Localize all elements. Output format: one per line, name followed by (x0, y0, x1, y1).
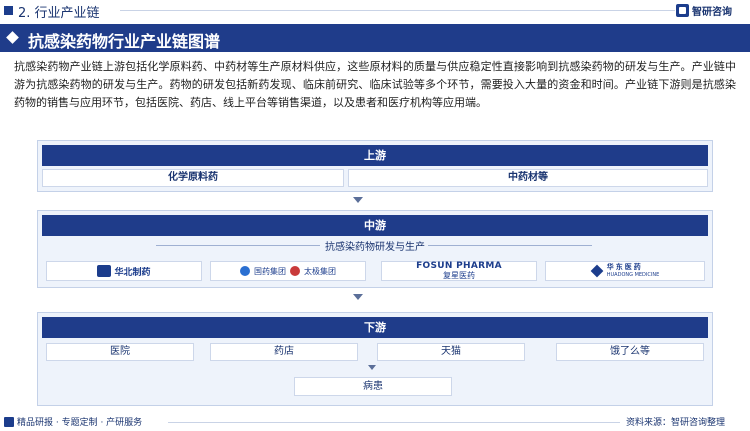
upstream-item-herbs: 中药材等 (348, 169, 708, 187)
huabei-name: 华北制药 (114, 267, 151, 278)
sublabel-line-right (428, 245, 592, 246)
downstream-header: 下游 (42, 317, 708, 338)
downstream-end-patients: 病患 (294, 377, 452, 396)
huadong-name-en: HUADONG MEDICINE (606, 272, 660, 278)
page-title: 抗感染药物行业产业链图谱 (28, 32, 221, 51)
downstream-item-tmall: 天猫 (377, 343, 525, 361)
brand-logo: 智研咨询 (676, 3, 732, 18)
fosun-logo: FOSUN PHARMA 复星医药 (416, 261, 502, 281)
midstream-sublabel-row: 抗感染药物研发与生产 (38, 238, 712, 253)
midstream-panel: 中游 抗感染药物研发与生产 华北制药 国药集团 太极集团 FOSUN PHARM… (37, 210, 713, 288)
upstream-panel: 上游 化学原料药 中药材等 (37, 140, 713, 192)
huadong-logo-icon (590, 264, 604, 278)
huadong-logo: 华东医药 HUADONG MEDICINE (590, 263, 660, 279)
arrow-down-icon (368, 365, 376, 370)
arrow-down-icon (353, 197, 363, 203)
brand-logo-icon (676, 4, 689, 17)
fosun-name-cn: 复星医药 (443, 271, 475, 280)
sinopharm-name: 国药集团 (254, 266, 286, 276)
midstream-sublabel: 抗感染药物研发与生产 (325, 242, 425, 253)
midstream-header: 中游 (42, 215, 708, 236)
upstream-item-chemical-api: 化学原料药 (42, 169, 344, 187)
downstream-item-eleme: 饿了么等 (556, 343, 704, 361)
footer-tagline: 精品研报 · 专题定制 · 产研服务 (17, 418, 143, 428)
intro-paragraph: 抗感染药物产业链上游包括化学原料药、中药材等生产原材料供应，这些原材料的质量与供… (14, 60, 736, 109)
footer-left: 精品研报 · 专题定制 · 产研服务 (4, 415, 142, 428)
downstream-item-pharmacy: 药店 (210, 343, 358, 361)
section-title: 2. 行业产业链 (18, 6, 100, 21)
huadong-name-cn: 华东医药 (606, 263, 643, 271)
footer-logo-icon (4, 416, 14, 427)
sinopharm-logo: 国药集团 太极集团 (240, 266, 336, 277)
taiji-name: 太极集团 (304, 266, 336, 276)
downstream-panel: 下游 医院 药店 天猫 饿了么等 病患 (37, 312, 713, 406)
taiji-logo-icon (290, 266, 300, 276)
company-fosun: FOSUN PHARMA 复星医药 (381, 261, 537, 281)
diamond-icon (6, 31, 19, 44)
fosun-name-en: FOSUN PHARMA (416, 261, 502, 271)
arrow-down-icon (353, 294, 363, 300)
footer-divider (168, 422, 620, 423)
huabei-logo-icon (97, 265, 112, 277)
section-square-icon (4, 6, 13, 15)
sinopharm-logo-icon (240, 266, 250, 276)
downstream-item-hospital: 医院 (46, 343, 194, 361)
brand-logo-text: 智研咨询 (692, 7, 732, 18)
title-banner: 抗感染药物行业产业链图谱 (0, 24, 750, 52)
footer: 精品研报 · 专题定制 · 产研服务 资料来源：智研咨询整理 (0, 413, 750, 431)
huabei-logo: 华北制药 (97, 265, 151, 278)
company-huadong: 华东医药 HUADONG MEDICINE (545, 261, 705, 281)
header-divider (120, 10, 675, 11)
footer-source: 资料来源：智研咨询整理 (626, 418, 726, 428)
company-sinopharm-taiji: 国药集团 太极集团 (210, 261, 366, 281)
company-huabei: 华北制药 (46, 261, 202, 281)
section-header: 2. 行业产业链 智研咨询 (0, 0, 750, 22)
upstream-header: 上游 (42, 145, 708, 166)
